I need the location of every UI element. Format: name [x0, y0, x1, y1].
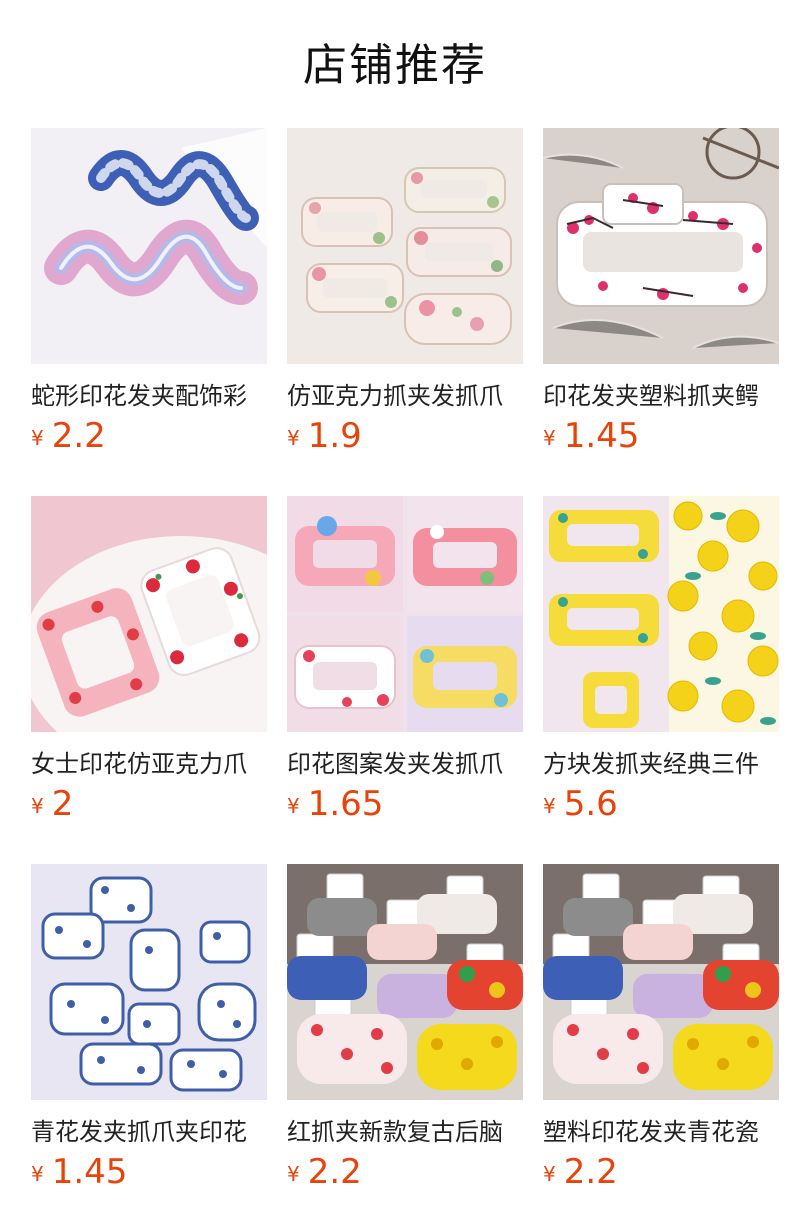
product-price: ¥2.2	[287, 1150, 362, 1200]
currency-symbol: ¥	[31, 426, 44, 450]
product-card[interactable]: 印花发夹塑料抓夹鳄 ¥1.45	[543, 128, 779, 496]
product-image[interactable]	[31, 864, 267, 1100]
price-amount: 1.9	[307, 416, 362, 456]
product-image[interactable]	[31, 496, 267, 732]
currency-symbol: ¥	[287, 794, 300, 818]
product-price: ¥2.2	[31, 414, 106, 464]
price-amount: 2.2	[563, 1152, 618, 1192]
product-name[interactable]: 塑料印花发夹青花瓷	[543, 1116, 779, 1148]
product-image[interactable]	[287, 864, 523, 1100]
product-name[interactable]: 青花发夹抓爪夹印花	[31, 1116, 267, 1148]
product-name[interactable]: 印花图案发夹发抓爪	[287, 748, 523, 780]
price-amount: 5.6	[563, 784, 618, 824]
product-grid: 蛇形印花发夹配饰彩 ¥2.2 仿亚克力抓夹发抓爪 ¥ 1.9 印花发夹塑料抓夹鳄…	[31, 128, 790, 1232]
price-amount: 2.2	[307, 1152, 362, 1192]
price-amount: 2	[51, 784, 74, 824]
currency-symbol: ¥	[31, 1162, 44, 1186]
product-price: ¥1.45	[543, 414, 639, 464]
product-card[interactable]: 仿亚克力抓夹发抓爪 ¥1.9	[287, 128, 523, 496]
product-price: ¥1.65	[287, 782, 383, 832]
product-card[interactable]: 方块发抓夹经典三件 ¥5.6	[543, 496, 779, 864]
product-name[interactable]: 方块发抓夹经典三件	[543, 748, 779, 780]
product-price: ¥2.2	[543, 1150, 618, 1200]
currency-symbol: ¥	[287, 426, 300, 450]
product-card[interactable]: 蛇形印花发夹配饰彩 ¥2.2	[31, 128, 267, 496]
currency-symbol: ¥	[543, 1162, 556, 1186]
product-card[interactable]: 女士印花仿亚克力爪 ¥2	[31, 496, 267, 864]
product-card[interactable]: 印花图案发夹发抓爪 ¥1.65	[287, 496, 523, 864]
product-card[interactable]: 塑料印花发夹青花瓷 ¥2.2	[543, 864, 779, 1232]
currency-symbol: ¥	[543, 426, 556, 450]
product-image[interactable]	[543, 496, 779, 732]
page-title: 店铺推荐	[303, 40, 487, 91]
price-amount: 1.45	[51, 1152, 128, 1192]
product-name[interactable]: 印花发夹塑料抓夹鳄	[543, 380, 779, 412]
product-price: ¥2	[31, 782, 73, 832]
price-amount: 1.65	[307, 784, 384, 824]
product-image[interactable]	[31, 128, 267, 364]
currency-symbol: ¥	[287, 1162, 300, 1186]
product-image[interactable]	[287, 128, 523, 364]
product-image[interactable]	[543, 864, 779, 1100]
product-name[interactable]: 女士印花仿亚克力爪	[31, 748, 267, 780]
currency-symbol: ¥	[31, 794, 44, 818]
product-name[interactable]: 红抓夹新款复古后脑	[287, 1116, 523, 1148]
product-card[interactable]: 红抓夹新款复古后脑 ¥2.2	[287, 864, 523, 1232]
currency-symbol: ¥	[543, 794, 556, 818]
price-amount: 2.2	[51, 416, 106, 456]
product-card[interactable]: 青花发夹抓爪夹印花 ¥1.45	[31, 864, 267, 1232]
product-image[interactable]	[543, 128, 779, 364]
product-price: ¥5.6	[543, 782, 618, 832]
product-price: ¥1.45	[31, 1150, 127, 1200]
price-amount: 1.45	[563, 416, 640, 456]
product-price: ¥1.9	[287, 414, 362, 464]
product-image[interactable]	[287, 496, 523, 732]
product-name[interactable]: 蛇形印花发夹配饰彩	[31, 380, 267, 412]
product-name[interactable]: 仿亚克力抓夹发抓爪	[287, 380, 523, 412]
